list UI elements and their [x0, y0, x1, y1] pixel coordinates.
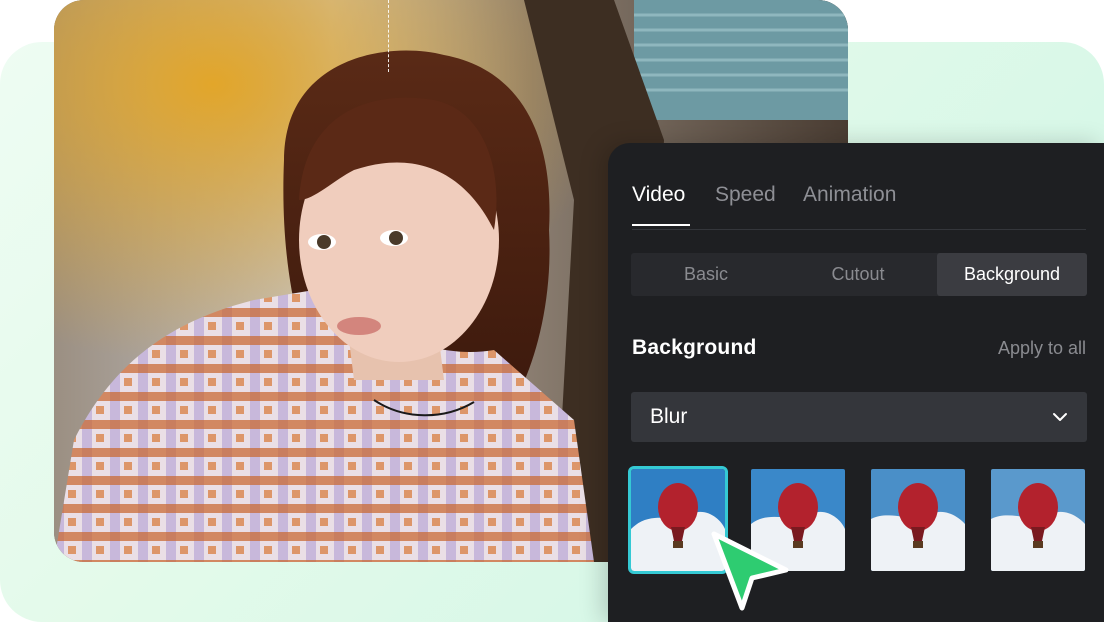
section-title: Background	[632, 336, 757, 359]
tab-speed[interactable]: Speed	[715, 183, 776, 207]
segment-background[interactable]: Background	[937, 253, 1087, 296]
apply-to-all-link[interactable]: Apply to all	[998, 338, 1086, 359]
segment-cutout[interactable]: Cutout	[783, 253, 933, 296]
active-tab-indicator	[632, 224, 690, 226]
properties-panel: Video Speed Animation Basic Cutout Backg…	[608, 143, 1104, 622]
tab-animation[interactable]: Animation	[803, 183, 896, 207]
cursor-arrow-icon	[711, 531, 789, 611]
alignment-guide	[388, 0, 389, 72]
select-value: Blur	[650, 405, 688, 428]
background-type-select[interactable]: Blur	[631, 392, 1087, 442]
blur-option-3[interactable]	[871, 469, 965, 571]
segmented-control: Basic Cutout Background	[631, 253, 1087, 296]
segment-basic[interactable]: Basic	[631, 253, 781, 296]
tab-bar: Video Speed Animation	[632, 183, 1086, 230]
balloon-thumbnail	[991, 469, 1085, 571]
chevron-down-icon	[1053, 413, 1067, 421]
balloon-thumbnail	[871, 469, 965, 571]
blur-option-4[interactable]	[991, 469, 1085, 571]
tab-video[interactable]: Video	[632, 183, 685, 207]
